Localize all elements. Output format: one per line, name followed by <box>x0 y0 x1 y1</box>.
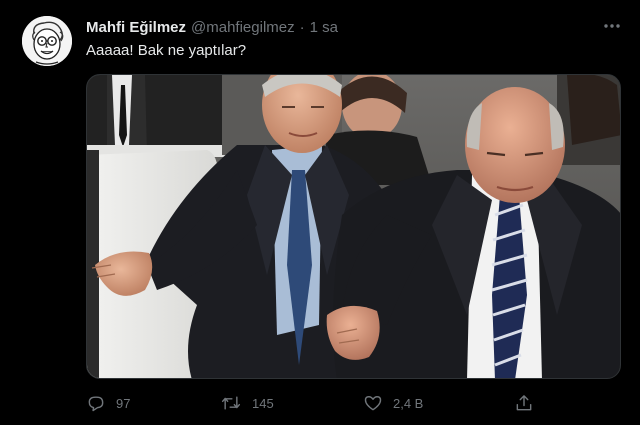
author-handle[interactable]: @mahfiegilmez <box>191 19 295 36</box>
more-button[interactable] <box>600 16 624 36</box>
retweet-button[interactable]: 145 <box>220 392 274 414</box>
author-avatar[interactable] <box>22 16 72 66</box>
timestamp[interactable]: 1 sa <box>310 19 338 36</box>
reply-count: 97 <box>116 395 131 411</box>
tweet-actions: 97 145 2,4 B <box>86 392 621 414</box>
tweet-photo[interactable] <box>86 74 621 379</box>
retweet-icon <box>220 393 242 413</box>
reply-button[interactable]: 97 <box>86 392 130 414</box>
reply-icon <box>86 393 106 413</box>
author-name[interactable]: Mahfi Eğilmez <box>86 19 186 36</box>
like-button[interactable]: 2,4 B <box>363 392 423 414</box>
tweet: Mahfi Eğilmez @mahfiegilmez · 1 sa Aaaaa… <box>0 0 640 425</box>
share-button[interactable] <box>514 392 534 414</box>
more-icon <box>603 23 621 29</box>
tweet-text: Aaaaa! Bak ne yaptılar? <box>86 42 247 59</box>
separator-dot: · <box>299 18 305 36</box>
share-icon <box>514 393 534 413</box>
like-count: 2,4 B <box>393 395 424 411</box>
retweet-count: 145 <box>252 395 274 411</box>
tweet-header: Mahfi Eğilmez @mahfiegilmez · 1 sa <box>86 17 338 37</box>
heart-icon <box>363 393 383 413</box>
